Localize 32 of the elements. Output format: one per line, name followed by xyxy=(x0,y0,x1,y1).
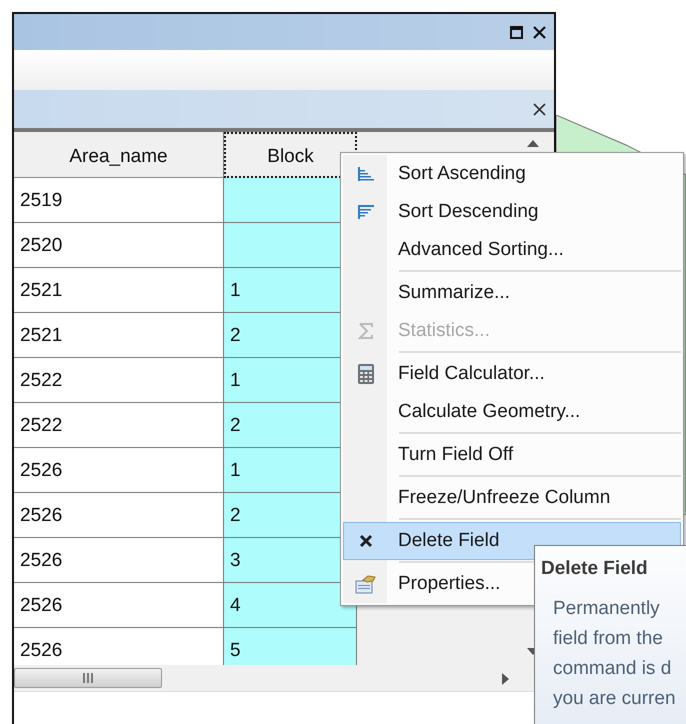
table-cell: 2522 xyxy=(14,403,224,448)
close-icon[interactable] xyxy=(533,102,546,116)
maximize-icon[interactable] xyxy=(510,26,523,38)
scroll-up-arrow-icon[interactable] xyxy=(527,140,539,147)
tooltip-text: Permanently field from the command is d you are curren xyxy=(552,597,677,711)
table-cell: 2519 xyxy=(14,178,224,223)
table-cell: 2526 xyxy=(14,448,224,493)
scroll-right-arrow-icon[interactable] xyxy=(502,673,509,685)
menu-item[interactable]: Sort Descending xyxy=(343,193,681,231)
table-cell: 2526 xyxy=(14,583,224,628)
tooltip-title: Delete Field xyxy=(541,558,649,580)
table-cell: 2521 xyxy=(14,268,224,313)
table-cell: 5 xyxy=(224,628,357,665)
scrollbar-thumb[interactable] xyxy=(14,668,162,688)
table-cell: 2521 xyxy=(14,313,224,358)
delete-icon xyxy=(358,533,374,549)
menu-item[interactable]: Advanced Sorting... xyxy=(343,231,681,269)
calculator-icon xyxy=(357,363,375,385)
table-cell: 2526 xyxy=(14,628,224,665)
sort-descending-icon xyxy=(357,204,375,220)
column-header[interactable]: Area_name xyxy=(14,132,224,178)
table-cell: 2526 xyxy=(14,493,224,538)
sort-ascending-icon xyxy=(357,166,375,182)
sigma-icon xyxy=(357,322,375,340)
properties-icon xyxy=(355,574,377,594)
column-header[interactable]: Block xyxy=(224,132,357,178)
table-cell: 4 xyxy=(224,583,357,628)
grip-icon xyxy=(83,673,93,683)
table-cell: 2522 xyxy=(14,358,224,403)
close-icon[interactable] xyxy=(533,26,546,38)
table-cell: 2520 xyxy=(14,223,224,268)
table-cell: 2526 xyxy=(14,538,224,583)
